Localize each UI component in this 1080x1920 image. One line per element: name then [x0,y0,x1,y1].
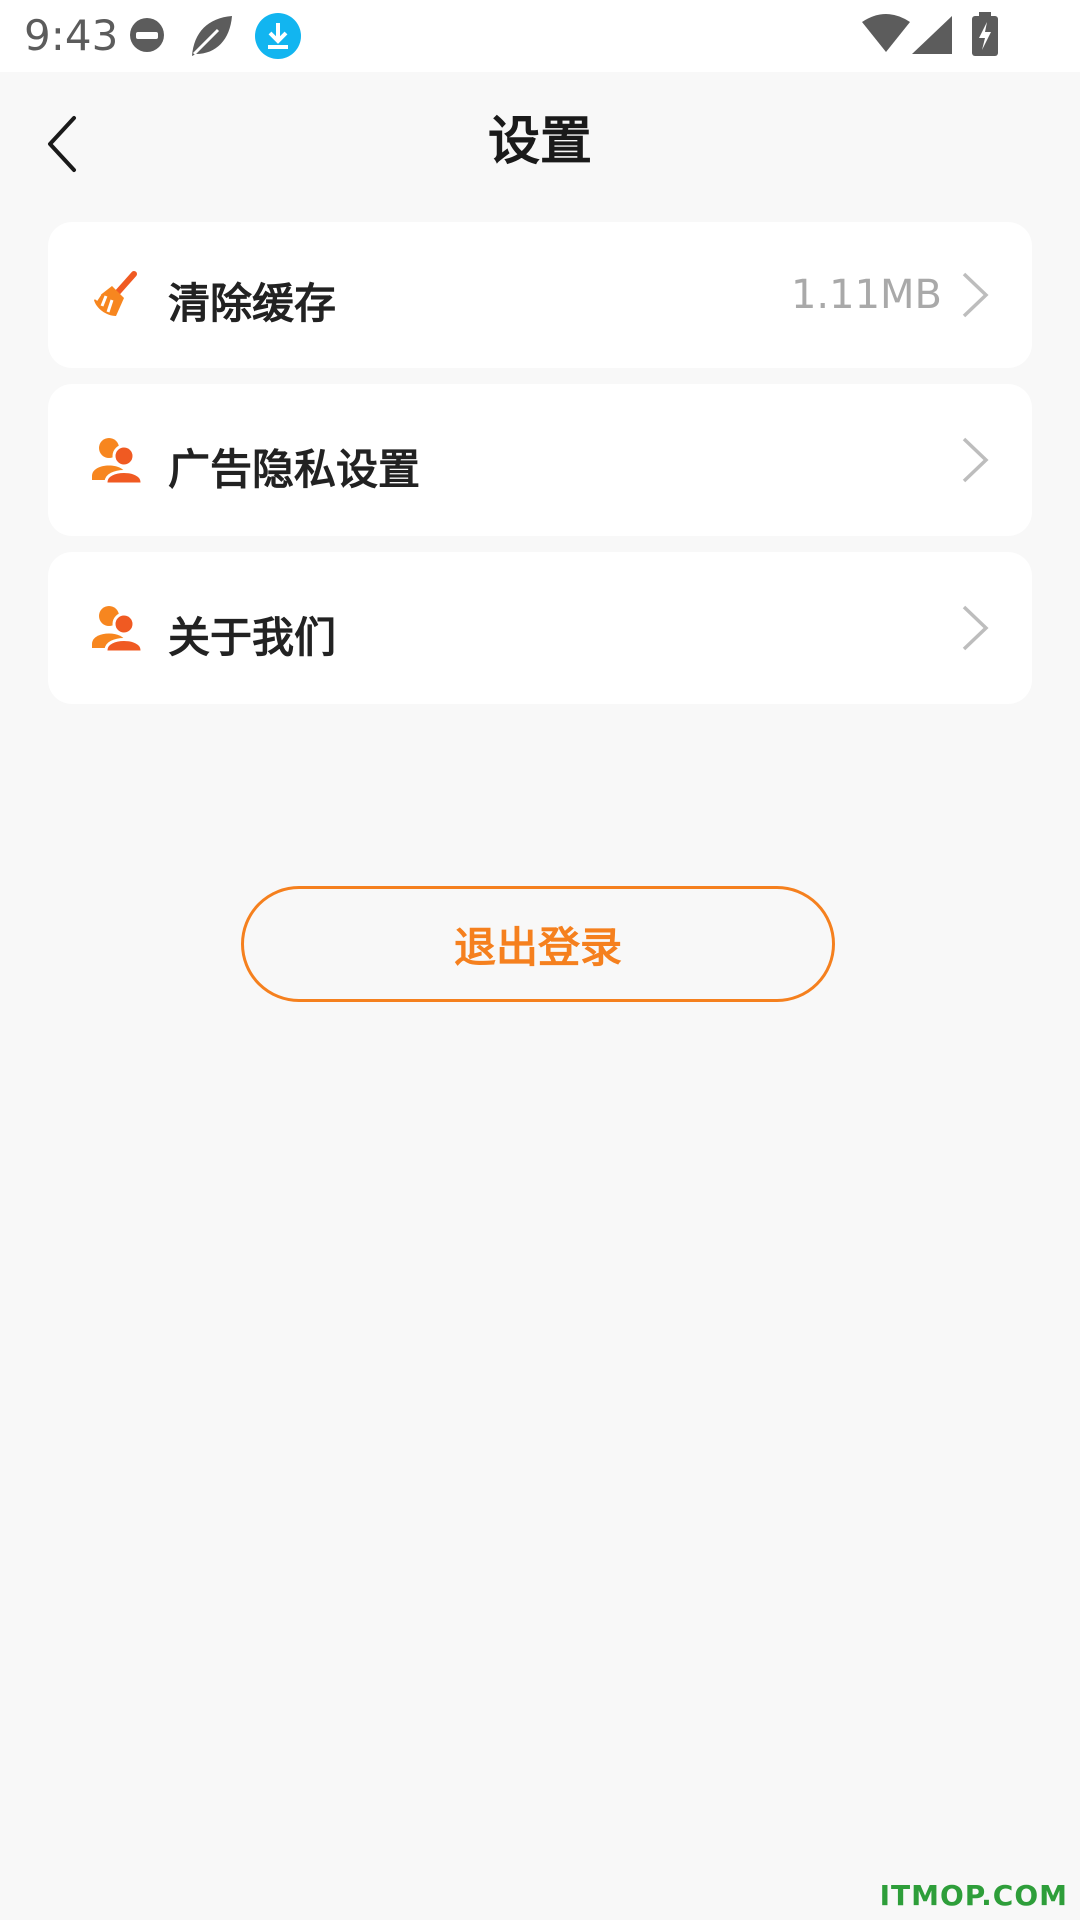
leaf-icon [188,14,234,62]
chevron-right-icon [962,437,989,483]
settings-item-about-us[interactable]: 关于我们 [48,552,1032,704]
minus-circle-icon [128,16,166,58]
status-time: 9:43 [24,11,119,60]
chevron-right-icon [962,605,989,651]
settings-item-ad-privacy[interactable]: 广告隐私设置 [48,384,1032,536]
signal-icon [912,16,952,58]
chevron-right-icon [962,272,989,318]
download-icon [254,12,302,64]
users-icon [92,436,144,488]
settings-item-label: 关于我们 [168,613,337,662]
status-bar: 9:43 [0,0,1080,72]
logout-button[interactable]: 退出登录 [241,886,835,1002]
broom-icon [92,270,138,322]
watermark: ITMOP.COM [879,1879,1068,1912]
users-icon [92,604,144,656]
wifi-icon [862,14,910,58]
nav-bar: 设置 [0,72,1080,212]
cache-size-value: 1.11MB [790,272,942,318]
settings-item-label: 广告隐私设置 [168,445,421,494]
page-title: 设置 [487,112,592,172]
battery-charging-icon [970,12,1000,60]
settings-item-clear-cache[interactable]: 清除缓存 1.11MB [48,222,1032,368]
settings-item-label: 清除缓存 [168,279,337,328]
